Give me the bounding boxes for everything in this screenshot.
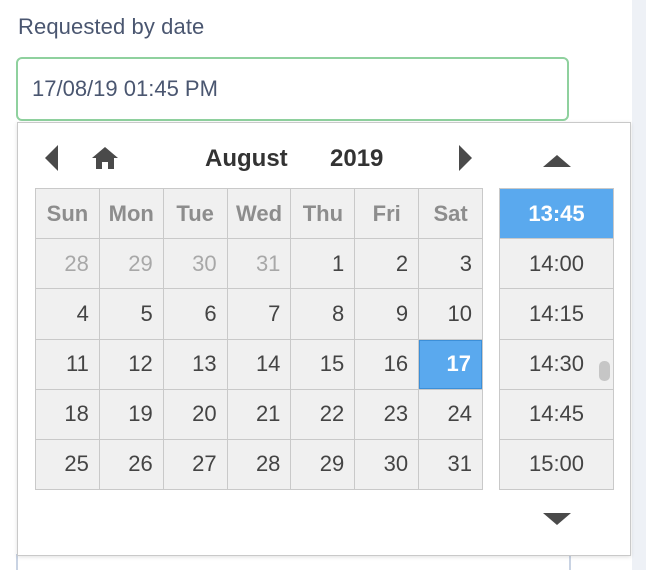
calendar-day[interactable]: 10 <box>419 289 482 339</box>
weekday-header: Sun <box>36 189 99 239</box>
calendar-day[interactable]: 1 <box>291 239 355 289</box>
calendar-day[interactable]: 5 <box>99 289 163 339</box>
caret-right-icon <box>459 145 472 171</box>
calendar-day[interactable]: 29 <box>291 439 355 489</box>
time-option[interactable]: 14:15 <box>500 289 613 339</box>
time-option[interactable]: 15:00 <box>500 439 613 489</box>
weekday-header: Tue <box>163 189 227 239</box>
today-home-button[interactable] <box>90 145 120 171</box>
calendar-day-other-month[interactable]: 31 <box>227 239 291 289</box>
calendar-day[interactable]: 12 <box>99 339 163 389</box>
calendar-day[interactable]: 9 <box>355 289 419 339</box>
calendar-day-other-month[interactable]: 28 <box>36 239 99 289</box>
next-month-button[interactable] <box>455 144 475 172</box>
time-option[interactable]: 14:00 <box>500 239 613 289</box>
weekday-header: Thu <box>291 189 355 239</box>
calendar-day[interactable]: 25 <box>36 439 99 489</box>
calendar-day[interactable]: 14 <box>227 339 291 389</box>
time-list-scrollbar[interactable] <box>599 361 610 381</box>
calendar-day[interactable]: 13 <box>163 339 227 389</box>
calendar-day[interactable]: 2 <box>355 239 419 289</box>
calendar-day[interactable]: 22 <box>291 389 355 439</box>
calendar-day-other-month[interactable]: 29 <box>99 239 163 289</box>
calendar-day-selected[interactable]: 17 <box>419 339 482 389</box>
calendar-day[interactable]: 8 <box>291 289 355 339</box>
calendar-day-other-month[interactable]: 30 <box>163 239 227 289</box>
weekday-header: Sat <box>419 189 482 239</box>
weekday-header: Fri <box>355 189 419 239</box>
prev-month-button[interactable] <box>42 144 62 172</box>
calendar-day[interactable]: 23 <box>355 389 419 439</box>
calendar-day[interactable]: 3 <box>419 239 482 289</box>
caret-up-icon <box>543 155 571 167</box>
time-scroll-down-button[interactable] <box>542 511 572 527</box>
month-year-title: August 2019 <box>168 143 428 175</box>
calendar-day[interactable]: 15 <box>291 339 355 389</box>
calendar-day[interactable]: 28 <box>227 439 291 489</box>
calendar-day[interactable]: 31 <box>419 439 482 489</box>
calendar-day[interactable]: 27 <box>163 439 227 489</box>
caret-left-icon <box>45 145 58 171</box>
datetime-picker-popup: August 2019 Sun Mon Tue Wed Thu Fri Sat 28 29 30 3… <box>17 122 631 556</box>
calendar-day[interactable]: 24 <box>419 389 482 439</box>
caret-down-icon <box>543 513 571 525</box>
year-label: 2019 <box>330 145 384 172</box>
home-icon <box>92 147 118 169</box>
time-option[interactable]: 14:30 <box>500 339 613 389</box>
field-label: Requested by date <box>18 14 205 39</box>
page-edge-panel <box>632 0 646 570</box>
calendar-day[interactable]: 16 <box>355 339 419 389</box>
requested-date-input[interactable] <box>16 57 569 121</box>
calendar-day[interactable]: 7 <box>227 289 291 339</box>
time-scroll-up-button[interactable] <box>542 153 572 169</box>
calendar-day[interactable]: 18 <box>36 389 99 439</box>
calendar-grid: Sun Mon Tue Wed Thu Fri Sat 28 29 30 31 1 2 3 4 5 6 7 8 9 10… <box>35 188 483 490</box>
weekday-header: Mon <box>99 189 163 239</box>
calendar-day[interactable]: 21 <box>227 389 291 439</box>
time-option-selected[interactable]: 13:45 <box>500 189 613 239</box>
calendar-day[interactable]: 4 <box>36 289 99 339</box>
calendar-day[interactable]: 30 <box>355 439 419 489</box>
time-option[interactable]: 14:45 <box>500 389 613 439</box>
calendar-day[interactable]: 26 <box>99 439 163 489</box>
calendar-day[interactable]: 20 <box>163 389 227 439</box>
calendar-day[interactable]: 19 <box>99 389 163 439</box>
month-label: August <box>205 145 288 172</box>
form-container-edge <box>16 554 571 570</box>
calendar-day[interactable]: 11 <box>36 339 99 389</box>
weekday-header: Wed <box>227 189 291 239</box>
calendar-day[interactable]: 6 <box>163 289 227 339</box>
time-list: 13:45 14:00 14:15 14:30 14:45 15:00 <box>499 188 614 490</box>
